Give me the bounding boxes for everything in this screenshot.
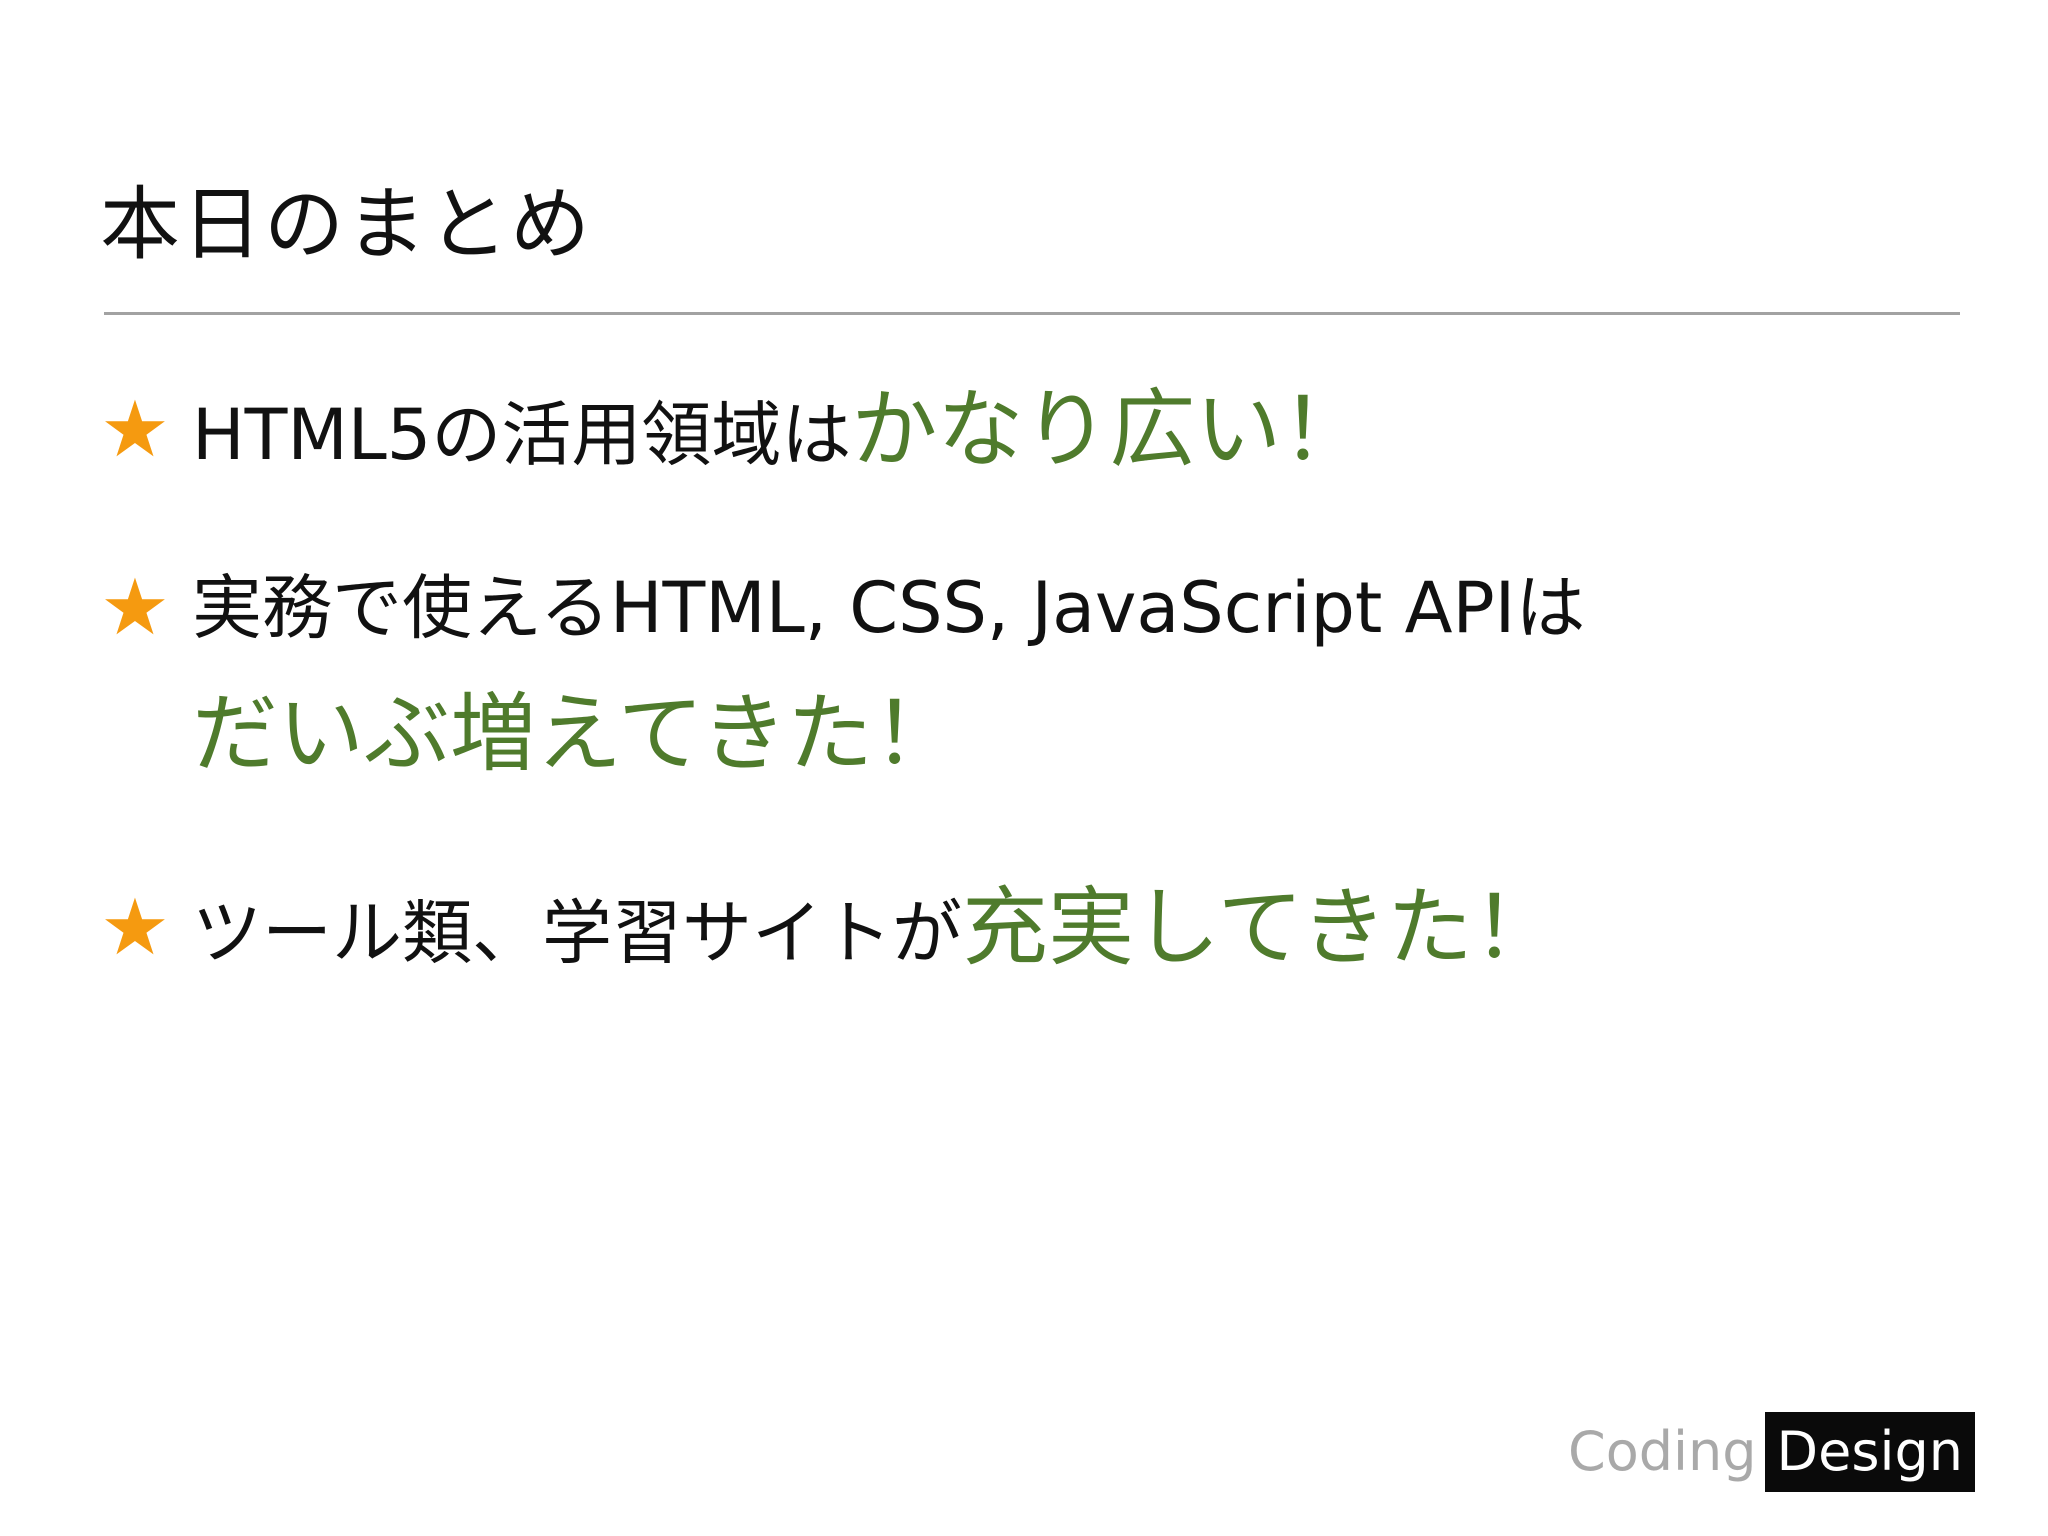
coding-design-logo: Coding Design (1568, 1412, 1975, 1492)
title-divider (104, 312, 1960, 315)
bullet-item-2: ★ 実務で使えるHTML, CSS, JavaScript APIはだいぶ増えて… (100, 548, 1960, 794)
slide: 本日のまとめ ★ HTML5の活用領域はかなり広い！ ★ 実務で使えるHTML,… (0, 0, 2048, 1536)
bullet-text: 実務で使えるHTML, CSS, JavaScript APIはだいぶ増えてきた… (192, 548, 1960, 794)
bullet-plain-text: 実務で使えるHTML, CSS, JavaScript APIは (192, 567, 1586, 649)
bullet-text: HTML5の活用領域はかなり広い！ (192, 370, 1960, 495)
bullet-plain-text: HTML5の活用領域は (192, 394, 852, 476)
bullet-highlight-text: だいぶ増えてきた！ (192, 684, 960, 784)
bullet-highlight-text: 充実してきた！ (962, 878, 1559, 978)
logo-word-design: Design (1764, 1412, 1975, 1492)
slide-title: 本日のまとめ (100, 178, 592, 271)
bullet-plain-text: ツール類、学習サイトが (192, 892, 962, 974)
star-icon: ★ (100, 563, 170, 653)
star-icon: ★ (100, 385, 170, 475)
star-icon: ★ (100, 883, 170, 973)
bullet-highlight-text: かなり広い！ (851, 380, 1368, 480)
bullet-text: ツール類、学習サイトが充実してきた！ (192, 868, 1960, 993)
bullet-item-3: ★ ツール類、学習サイトが充実してきた！ (100, 868, 1960, 993)
logo-word-coding: Coding (1568, 1420, 1757, 1483)
bullet-item-1: ★ HTML5の活用領域はかなり広い！ (100, 370, 1960, 495)
